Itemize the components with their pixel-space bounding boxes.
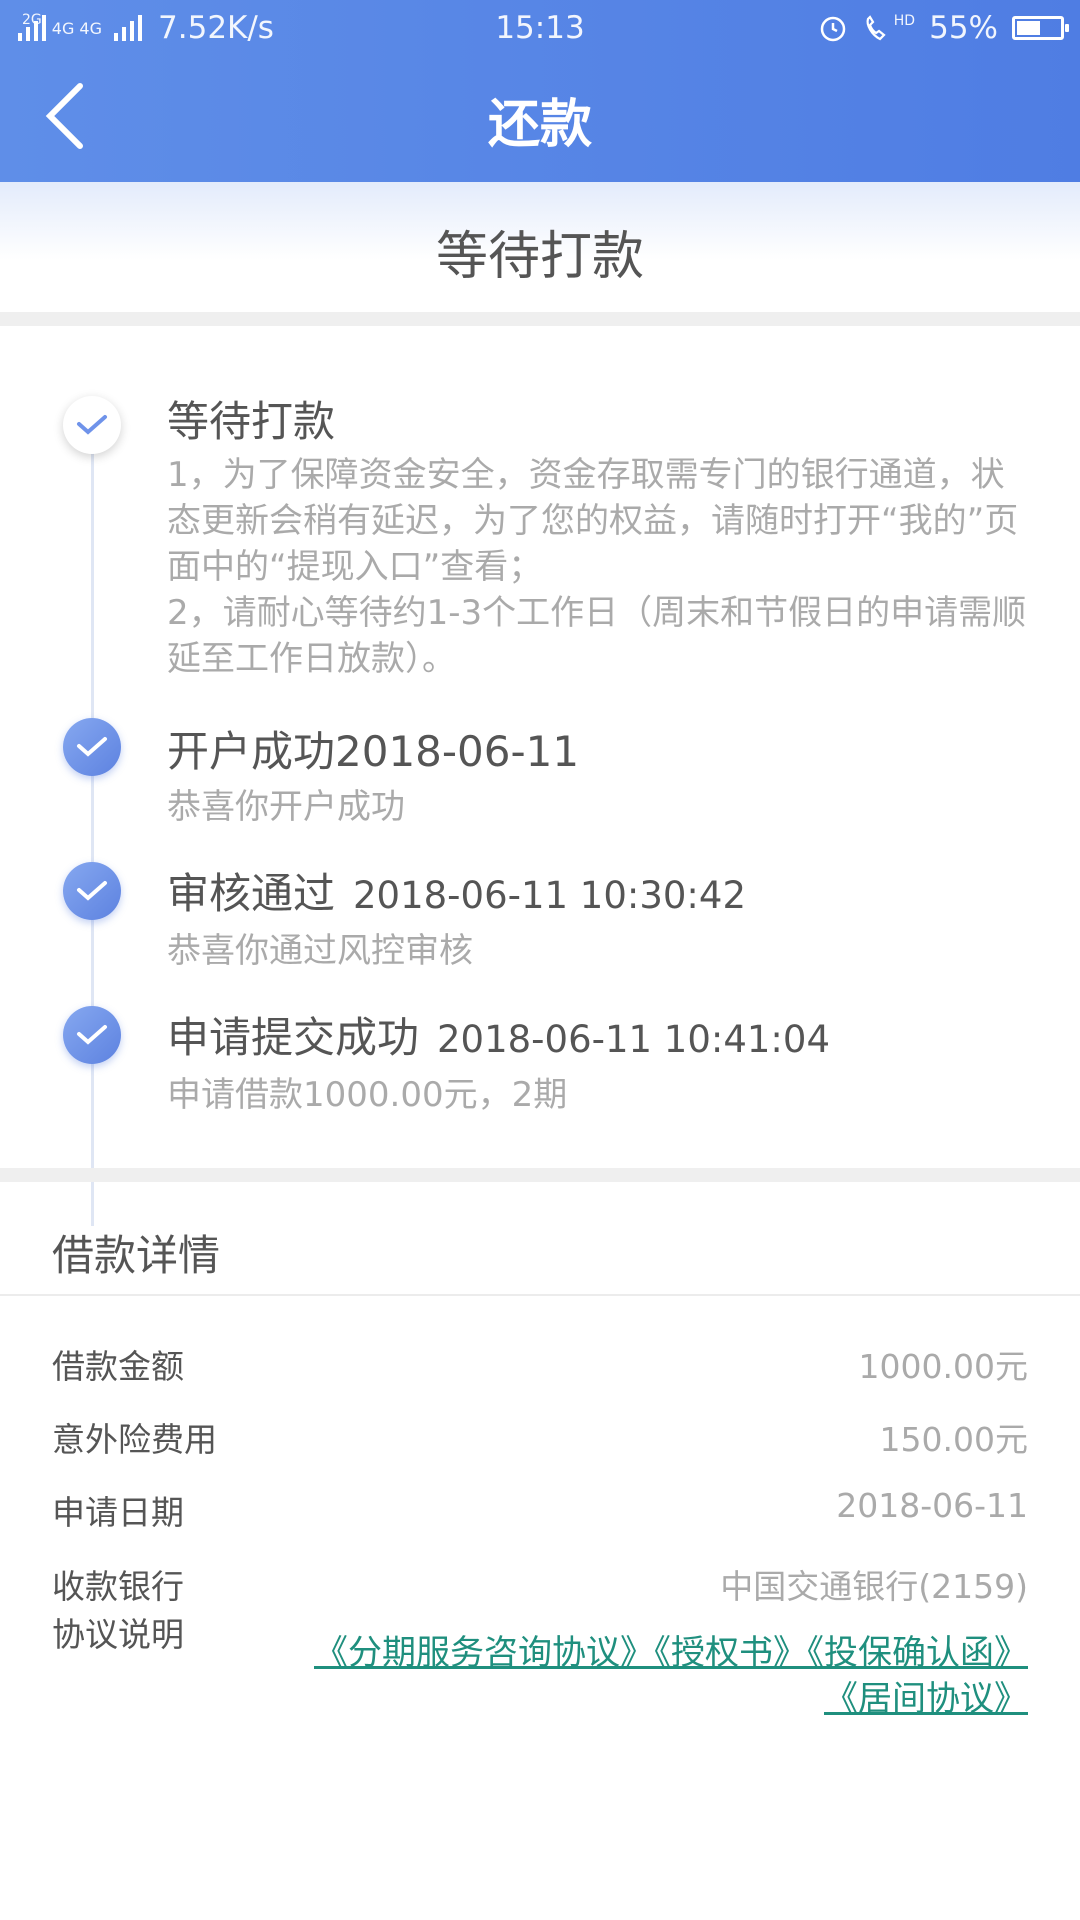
- status-bar: 2G 4G 4G 7.52K/s 15:13 HD 55%: [0, 0, 1080, 58]
- timeline-line: [91, 426, 94, 1226]
- app-header: 2G 4G 4G 7.52K/s 15:13 HD 55% 还款: [0, 0, 1080, 182]
- step-title-text: 审核通过: [167, 869, 336, 918]
- status-banner-text: 等待打款: [435, 227, 644, 287]
- step-title: 等待打款: [167, 397, 336, 446]
- agreement-link-intermediary[interactable]: 《居间协议》: [824, 1679, 1028, 1719]
- detail-label: 借款金额: [52, 1347, 184, 1386]
- step-current-check-icon: [63, 396, 121, 454]
- hd-label: HD: [893, 13, 916, 29]
- step-title-text: 申请提交成功: [167, 1013, 420, 1062]
- detail-label: 申请日期: [52, 1493, 184, 1532]
- step-desc: 申请借款1000.00元，2期: [167, 1075, 568, 1115]
- agreement-link-service[interactable]: 《分期服务咨询协议》: [314, 1633, 654, 1673]
- detail-value: 中国交通银行(2159): [720, 1567, 1028, 1606]
- detail-value: 150.00元: [879, 1420, 1028, 1459]
- divider: [0, 1168, 1080, 1182]
- detail-label: 意外险费用: [52, 1420, 217, 1459]
- step-time: 2018-06-11 10:30:42: [353, 874, 746, 917]
- loan-details-title: 借款详情: [52, 1231, 221, 1280]
- section-divider: [0, 1294, 1080, 1296]
- step-desc: 恭喜你开户成功: [167, 787, 405, 827]
- step-done-check-icon: [63, 718, 121, 776]
- step-desc: 1，为了保障资金安全，资金存取需专门的银行通道，状态更新会稍有延迟，为了您的权益…: [167, 455, 1027, 679]
- divider: [0, 312, 1080, 326]
- hd-call-icon: [866, 15, 886, 41]
- agreement-label: 协议说明: [52, 1615, 184, 1654]
- agreement-link-authorization[interactable]: 《授权书》: [654, 1633, 807, 1673]
- status-banner: 等待打款: [0, 182, 1080, 312]
- step-done-check-icon: [63, 862, 121, 920]
- step-time: 2018-06-11 10:41:04: [437, 1018, 830, 1061]
- agreement-link-insurance[interactable]: 《投保确认函》: [807, 1633, 1028, 1673]
- detail-value: 2018-06-11: [836, 1486, 1028, 1525]
- agreement-links: 《分期服务咨询协议》《授权书》《投保确认函》《居间协议》: [288, 1630, 1028, 1722]
- alarm-icon: [820, 16, 846, 42]
- step-title: 审核通过 2018-06-11 10:30:42: [167, 860, 746, 921]
- step-done-check-icon: [63, 1006, 121, 1064]
- step-title: 开户成功2018-06-11: [167, 727, 580, 776]
- detail-value: 1000.00元: [858, 1347, 1028, 1386]
- page-title: 还款: [487, 95, 592, 155]
- battery-icon: [1012, 16, 1069, 40]
- step-title: 申请提交成功 2018-06-11 10:41:04: [167, 1004, 830, 1065]
- step-desc: 恭喜你通过风控审核: [167, 931, 473, 971]
- battery-percent: 55%: [929, 10, 998, 46]
- nav-bar: 还款: [0, 58, 1080, 182]
- progress-timeline: 等待打款 1，为了保障资金安全，资金存取需专门的银行通道，状态更新会稍有延迟，为…: [0, 326, 1080, 1226]
- detail-label: 收款银行: [52, 1567, 184, 1606]
